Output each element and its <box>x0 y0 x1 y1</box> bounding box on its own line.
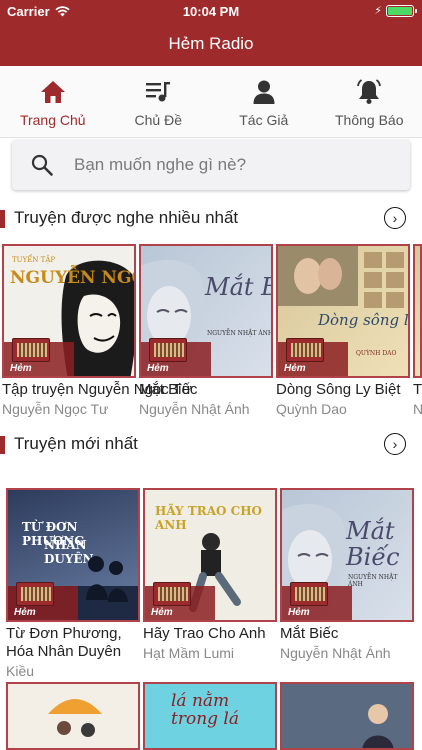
tab-notifications-label: Thông Báo <box>335 112 404 128</box>
story-cover <box>413 244 422 378</box>
story-card[interactable]: lá nằm trong lá <box>143 682 277 750</box>
story-card[interactable]: Mắt Biếc NGUYỄN NHẬT ÁNH Hẻm Mắt Biếc Ng… <box>280 488 416 662</box>
battery-icon <box>386 5 417 17</box>
see-more-newest-button[interactable]: › <box>384 433 406 455</box>
cover-logo: Hẻm <box>284 363 306 374</box>
home-icon <box>40 81 65 103</box>
story-author: Kiều <box>6 663 35 679</box>
story-cover <box>280 682 414 750</box>
cover-illustration <box>282 684 412 748</box>
story-title: Từ Đơn Phương, Hóa Nhân Duyên <box>6 625 122 660</box>
story-author: Nguyễn Nhật Ánh <box>280 645 391 661</box>
radio-icon <box>149 338 187 362</box>
section-most-listened-title: Truyện được nghe nhiều nhất <box>14 208 239 227</box>
person-icon <box>253 80 275 104</box>
story-cover: TỪ ĐƠN PHƯƠNG NHÂN DUYÊN Hẻm <box>6 488 140 622</box>
cover-title-text: Dòng sông ly biệt <box>318 311 409 329</box>
tab-authors[interactable]: Tác Giả <box>211 66 317 137</box>
clock: 10:04 PM <box>182 4 240 19</box>
radio-icon <box>16 582 54 606</box>
story-cover: Mắt Biếc NGUYỄN NHẬT ÁNH Hẻm <box>139 244 273 378</box>
story-author: Nguyễn Nhật Ánh <box>139 401 250 417</box>
story-title: T <box>413 381 422 398</box>
story-author: Hạt Mầm Lumi <box>143 645 235 661</box>
story-author: Nguyễn Ngọc Tư <box>2 401 109 417</box>
story-title: Mắt Biếc <box>280 625 339 642</box>
cover-logo: Hẻm <box>147 363 169 374</box>
story-cover: HÃY TRAO CHO ANH Hẻm <box>143 488 277 622</box>
cover-logo: Hẻm <box>10 363 32 374</box>
story-card[interactable]: T N <box>413 244 422 418</box>
cover-title-text: Mắt Biếc <box>205 273 271 301</box>
story-card[interactable]: TUYỂN TẬP NGUYỄN NGỌC TƯ Hẻm Tập truyện … <box>2 244 192 418</box>
section-most-listened-header: Truyện được nghe nhiều nhất › <box>0 204 422 234</box>
search-input[interactable] <box>74 155 374 175</box>
section-marker <box>0 210 5 228</box>
cover-title-text: Mắt Biếc <box>346 517 400 571</box>
tab-notifications[interactable]: Thông Báo <box>317 66 422 137</box>
story-card[interactable]: HÃY TRAO CHO ANH Hẻm Hãy Trao Cho Anh Hạ… <box>143 488 279 662</box>
tab-topics[interactable]: Chủ Đề <box>106 66 212 137</box>
story-cover <box>6 682 140 750</box>
see-more-most-listened-button[interactable]: › <box>384 207 406 229</box>
tab-topics-label: Chủ Đề <box>134 112 182 128</box>
story-author: N <box>413 401 422 417</box>
search-bar[interactable] <box>12 140 410 190</box>
story-card[interactable]: Mắt Biếc NGUYỄN NHẬT ÁNH Hẻm Mắt Biếc Ng… <box>139 244 275 418</box>
section-newest-header: Truyện mới nhất › <box>0 430 422 460</box>
page-title: Hẻm Radio <box>168 34 254 53</box>
cover-illustration <box>48 699 102 737</box>
story-card[interactable] <box>280 682 414 750</box>
story-author: Quỳnh Dao <box>276 401 347 417</box>
story-title: Hãy Trao Cho Anh <box>143 625 266 642</box>
story-cover: lá nằm trong lá <box>143 682 277 750</box>
charging-icon: ⚡ <box>374 5 382 17</box>
cover-logo: Hẻm <box>151 607 173 618</box>
radio-icon <box>290 582 328 606</box>
radio-icon <box>286 338 324 362</box>
story-title: Dòng Sông Ly Biệt <box>276 381 401 398</box>
section-marker <box>0 436 5 454</box>
playlist-icon <box>146 82 171 102</box>
cover-small-text: NGUYỄN NHẬT ÁNH <box>348 574 398 588</box>
story-card[interactable]: TỪ ĐƠN PHƯƠNG NHÂN DUYÊN Hẻm Từ Đơn Phươ… <box>6 488 142 680</box>
cover-small-text: TUYỂN TẬP <box>12 256 56 264</box>
story-cover: Mắt Biếc NGUYỄN NHẬT ÁNH Hẻm <box>280 488 414 622</box>
status-bar: Carrier 10:04 PM ⚡ <box>0 0 422 22</box>
cover-logo: Hẻm <box>14 607 36 618</box>
tab-home-label: Trang Chủ <box>19 112 86 128</box>
radio-icon <box>153 582 191 606</box>
bell-icon <box>357 79 382 104</box>
cover-title-text: NGUYỄN NGỌC TƯ <box>10 268 134 288</box>
story-cover: Dòng sông ly biệt QUỲNH DAO Hẻm <box>276 244 410 378</box>
story-cover: TUYỂN TẬP NGUYỄN NGỌC TƯ Hẻm <box>2 244 136 378</box>
search-icon <box>31 154 53 176</box>
story-title: Mắt Biếc <box>139 381 198 398</box>
cover-small-text: NGUYỄN NHẬT ÁNH <box>207 330 273 337</box>
story-card[interactable] <box>6 682 140 750</box>
app-header: Carrier 10:04 PM ⚡ Hẻm Radio <box>0 0 422 66</box>
chevron-right-icon: › <box>392 436 398 452</box>
cover-title-text: lá nằm trong lá <box>171 691 239 729</box>
tab-bar: Trang Chủ Chủ Đề Tác Giả Thông Báo <box>0 66 422 138</box>
tab-authors-label: Tác Giả <box>239 112 289 128</box>
tab-home[interactable]: Trang Chủ <box>0 66 106 137</box>
story-card[interactable]: Dòng sông ly biệt QUỲNH DAO Hẻm Dòng Sôn… <box>276 244 412 418</box>
radio-icon <box>12 338 50 362</box>
cover-small-text: QUỲNH DAO <box>356 350 397 357</box>
story-title: Tập truyện Nguyễn Ngọc Tư <box>2 381 192 398</box>
section-newest-title: Truyện mới nhất <box>14 434 138 453</box>
cover-logo: Hẻm <box>288 607 310 618</box>
chevron-right-icon: › <box>392 210 398 226</box>
